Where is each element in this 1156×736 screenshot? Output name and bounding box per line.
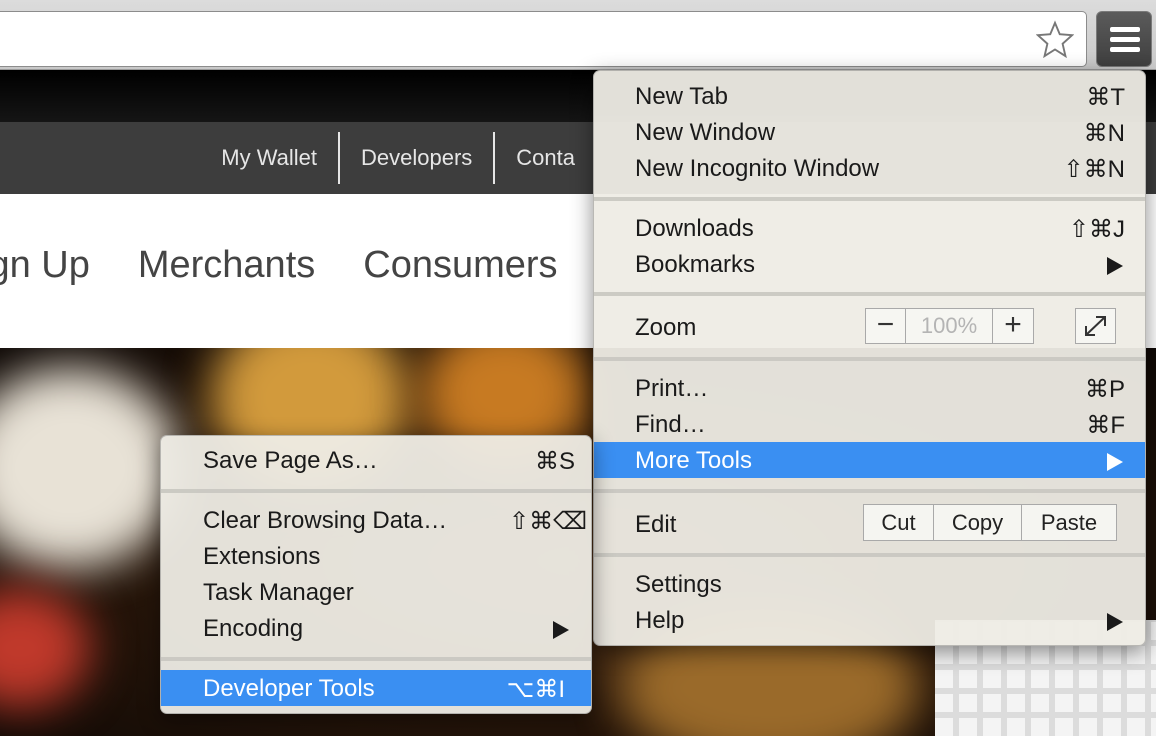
chrome-main-menu: New Tab ⌘T New Window ⌘N New Incognito W… bbox=[593, 70, 1146, 646]
edit-controls: Cut Copy Paste bbox=[863, 504, 1117, 541]
menu-item-shortcut: ⌘S bbox=[534, 448, 575, 475]
menu-item-new-incognito-window[interactable]: New Incognito Window ⇧⌘N bbox=[594, 150, 1145, 186]
main-nav-sign-up[interactable]: ign Up bbox=[0, 244, 90, 287]
menu-item-label: Save Page As… bbox=[203, 447, 378, 474]
menu-separator bbox=[594, 357, 1145, 361]
nav-link-contact[interactable]: Conta bbox=[493, 132, 596, 184]
menu-item-label: Developer Tools bbox=[203, 675, 375, 702]
menu-item-shortcut: ⌘T bbox=[1086, 84, 1125, 111]
menu-item-label: Encoding bbox=[203, 615, 304, 642]
zoom-in-button[interactable]: + bbox=[993, 309, 1033, 343]
menu-item-label: Task Manager bbox=[203, 579, 354, 606]
menu-item-encoding[interactable]: Encoding bbox=[161, 610, 591, 646]
menu-item-save-page-as[interactable]: Save Page As… ⌘S bbox=[161, 442, 591, 478]
menu-item-label: Extensions bbox=[203, 543, 321, 570]
menu-item-label: Print… bbox=[635, 375, 709, 402]
menu-item-shortcut: ⇧⌘N bbox=[1063, 156, 1125, 183]
menu-item-label: Bookmarks bbox=[635, 251, 756, 278]
menu-item-help[interactable]: Help bbox=[594, 602, 1145, 638]
menu-item-shortcut: ⌘N bbox=[1083, 120, 1125, 147]
menu-item-downloads[interactable]: Downloads ⇧⌘J bbox=[594, 210, 1145, 246]
menu-separator bbox=[594, 553, 1145, 557]
fullscreen-button[interactable] bbox=[1075, 308, 1116, 344]
browser-toolbar bbox=[0, 0, 1156, 70]
menu-separator bbox=[161, 489, 591, 493]
fullscreen-icon bbox=[1085, 316, 1106, 336]
menu-item-new-window[interactable]: New Window ⌘N bbox=[594, 114, 1145, 150]
menu-line bbox=[1110, 37, 1140, 42]
menu-item-label: Zoom bbox=[635, 314, 697, 341]
hero-blur bbox=[0, 588, 90, 708]
menu-item-label: Downloads bbox=[635, 215, 754, 242]
menu-item-label: Find… bbox=[635, 411, 706, 438]
paste-button[interactable]: Paste bbox=[1022, 505, 1116, 540]
menu-item-label: Clear Browsing Data… bbox=[203, 507, 448, 534]
hamburger-menu-icon[interactable] bbox=[1096, 11, 1152, 67]
menu-item-extensions[interactable]: Extensions bbox=[161, 538, 591, 574]
menu-item-new-tab[interactable]: New Tab ⌘T bbox=[594, 78, 1145, 114]
cut-button[interactable]: Cut bbox=[864, 505, 934, 540]
menu-separator bbox=[594, 197, 1145, 201]
menu-item-label: New Incognito Window bbox=[635, 155, 880, 182]
menu-line bbox=[1110, 27, 1140, 32]
submenu-arrow-icon bbox=[1107, 257, 1123, 275]
menu-item-settings[interactable]: Settings bbox=[594, 566, 1145, 602]
menu-item-label: Edit bbox=[635, 511, 677, 538]
menu-item-label: Help bbox=[635, 607, 685, 634]
zoom-out-button[interactable]: − bbox=[866, 309, 906, 343]
more-tools-submenu: Save Page As… ⌘S Clear Browsing Data… ⇧⌘… bbox=[160, 435, 592, 714]
hero-blur bbox=[0, 368, 180, 568]
menu-item-shortcut: ⌘F bbox=[1086, 412, 1125, 439]
menu-item-clear-browsing-data[interactable]: Clear Browsing Data… ⇧⌘⌫ bbox=[161, 502, 591, 538]
address-bar[interactable] bbox=[0, 11, 1087, 67]
zoom-level: 100% bbox=[906, 309, 993, 343]
main-nav-consumers[interactable]: Consumers bbox=[363, 244, 557, 287]
nav-link-developers[interactable]: Developers bbox=[338, 132, 493, 184]
menu-item-shortcut: ⇧⌘⌫ bbox=[508, 508, 587, 535]
submenu-arrow-icon bbox=[553, 621, 569, 639]
menu-item-shortcut: ⌘P bbox=[1084, 376, 1125, 403]
menu-item-developer-tools[interactable]: Developer Tools ⌥⌘I bbox=[161, 670, 591, 706]
submenu-arrow-icon bbox=[1107, 613, 1123, 631]
menu-separator bbox=[594, 489, 1145, 493]
menu-item-task-manager[interactable]: Task Manager bbox=[161, 574, 591, 610]
menu-line bbox=[1110, 47, 1140, 52]
copy-button[interactable]: Copy bbox=[934, 505, 1022, 540]
star-icon[interactable] bbox=[1036, 20, 1074, 58]
menu-item-shortcut: ⌥⌘I bbox=[506, 676, 565, 703]
menu-item-label: New Tab bbox=[635, 83, 728, 110]
menu-item-find[interactable]: Find… ⌘F bbox=[594, 406, 1145, 442]
menu-item-more-tools[interactable]: More Tools bbox=[594, 442, 1145, 478]
menu-separator bbox=[594, 292, 1145, 296]
main-nav-merchants[interactable]: Merchants bbox=[138, 244, 315, 287]
menu-item-bookmarks[interactable]: Bookmarks bbox=[594, 246, 1145, 282]
submenu-arrow-icon bbox=[1107, 453, 1123, 471]
menu-item-label: Settings bbox=[635, 571, 722, 598]
zoom-control: − 100% + bbox=[865, 308, 1034, 344]
menu-item-label: New Window bbox=[635, 119, 776, 146]
menu-item-shortcut: ⇧⌘J bbox=[1068, 216, 1125, 243]
menu-separator bbox=[161, 657, 591, 661]
menu-item-label: More Tools bbox=[635, 447, 752, 474]
nav-link-my-wallet[interactable]: My Wallet bbox=[200, 132, 338, 184]
menu-item-print[interactable]: Print… ⌘P bbox=[594, 370, 1145, 406]
